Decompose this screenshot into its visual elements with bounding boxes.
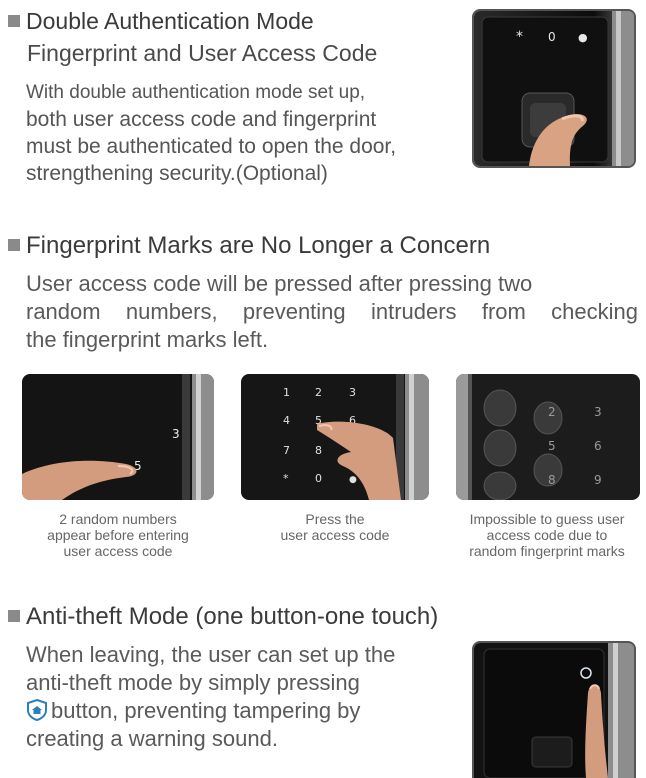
caption-line: access code due to [486,527,608,543]
paragraph-line: the fingerprint marks left. [26,327,269,352]
keypad-digit: 7 [283,444,290,457]
keypad-digit: 3 [172,427,180,441]
caption-line: Press the [305,511,365,527]
caption-line: user access code [63,543,173,559]
caption-line: appear before entering [47,527,189,543]
caption-line: Impossible to guess user [469,511,625,527]
keypad-glyph: * [516,29,523,45]
step-caption: 2 random numbers appear before entering … [22,511,214,559]
keypad-digit: 5 [548,439,556,453]
square-bullet-icon [8,14,20,27]
keypad-digit: 2 [315,386,322,399]
body-line: strengthening security.(Optional) [26,162,328,185]
keypad-digit: 8 [548,473,556,487]
keypad-digit: 3 [349,386,356,399]
home-shield-icon [26,698,48,728]
keypad-digit: 6 [594,439,602,453]
step-photo-fingerprint-marks: 2 3 5 6 8 9 [456,374,640,500]
caption-line: random fingerprint marks [469,543,625,559]
square-bullet-icon [8,238,20,251]
body-line: button, preventing tampering by [26,697,360,728]
step-caption: Press the user access code [241,511,429,543]
body-line: When leaving, the user can set up the [26,642,396,667]
keypad-digit: 8 [315,444,322,457]
keypad-digit: 2 [548,405,556,419]
keypad-digit: ● [349,475,357,485]
body-line: With double authentication mode set up, [26,82,366,103]
keypad-digit: 0 [315,472,322,485]
keypad-digit: 3 [594,405,602,419]
paragraph-line: User access code will be pressed after p… [26,271,533,296]
body-line: creating a warning sound. [26,726,278,751]
body-line: anti-theft mode by simply pressing [26,670,360,695]
keypad-digit: 9 [594,473,602,487]
keypad-digit: 4 [283,414,290,427]
keypad-glyph: ● [578,31,588,44]
step-caption: Impossible to guess user access code due… [448,511,646,559]
keypad-digit: * [283,472,289,485]
body-line: both user access code and fingerprint [26,108,377,131]
step-photo-random-numbers: 3 5 [22,374,214,500]
section-heading: Double Authentication Mode [8,8,314,35]
keypad-digit: 1 [283,386,290,399]
step-photo-press-code: 1 2 3 4 5 6 7 8 9 * 0 ● [241,374,429,500]
section-heading: Anti-theft Mode (one button-one touch) [8,603,438,631]
square-bullet-icon [8,609,20,622]
lock-fingerprint-photo: * 0 ● [472,9,636,168]
body-line: must be authenticated to open the door, [26,135,397,158]
caption-line: user access code [280,527,390,543]
section-heading: Fingerprint Marks are No Longer a Concer… [8,232,490,260]
keypad-glyph: 0 [548,30,556,44]
paragraph-line: random numbers, preventing intruders fro… [26,299,638,324]
lock-anti-theft-photo [472,641,636,778]
caption-line: 2 random numbers [59,511,177,527]
section-subheading: Fingerprint and User Access Code [27,40,378,66]
